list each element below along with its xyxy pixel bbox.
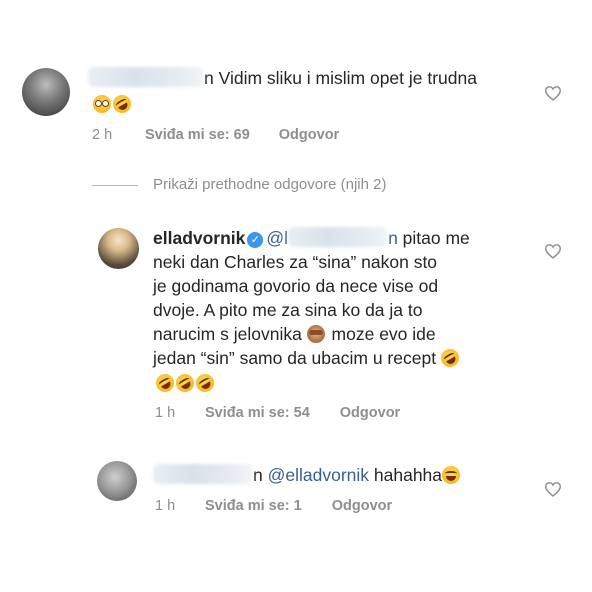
reply-time: 1 h — [155, 405, 176, 421]
face-with-tears-of-joy-emoji — [442, 466, 461, 484]
comment-body: Vidim sliku i mislim opet je trudna — [218, 68, 477, 88]
view-previous-replies-link[interactable]: Prikaži prethodne odgovore (njih 2) — [153, 176, 386, 193]
reply-meta: 1 h Sviđa mi se: 1 Odgovor — [155, 498, 392, 514]
comment-emoji-line — [93, 91, 135, 117]
reply-text: n @elladvornik hahahha — [153, 463, 553, 487]
like-heart-icon[interactable] — [544, 243, 562, 259]
likes-count[interactable]: Sviđa mi se: 1 — [205, 498, 302, 514]
rofl-emoji — [152, 370, 178, 396]
rofl-emoji — [109, 91, 135, 117]
reply-line-4: dvoje. A pito me za sina ko da ja to — [153, 300, 423, 320]
reply-line-6-text: jedan “sin” samo da ubacim u recept — [153, 348, 437, 368]
mention-suffix[interactable]: n — [388, 228, 398, 248]
reply-line-6: jedan “sin” samo da ubacim u recept — [153, 345, 463, 371]
elladvornik-avatar[interactable] — [98, 228, 139, 269]
likes-count[interactable]: Sviđa mi se: 54 — [205, 405, 310, 421]
reply-line-5: narucim s jelovnika moze evo ide — [153, 322, 436, 346]
comment-text: n Vidim sliku i mislim opet je trudna — [88, 66, 528, 90]
mention-prefix[interactable]: @l — [266, 228, 288, 248]
reply-button[interactable]: Odgovor — [340, 405, 400, 421]
reply-line-5-start: narucim s jelovnika — [153, 324, 302, 344]
like-heart-icon[interactable] — [544, 85, 562, 101]
flushed-face-emoji — [93, 95, 111, 113]
blurred-username[interactable] — [153, 464, 253, 484]
reply-line-3: je godinama govorio da nece vise od — [153, 276, 439, 296]
username-elladvornik[interactable]: elladvornik — [153, 228, 245, 248]
see-no-evil-monkey-emoji — [306, 325, 325, 343]
blurred-mention[interactable] — [288, 227, 389, 247]
rofl-emoji — [172, 370, 198, 396]
rofl-emoji — [437, 345, 463, 371]
blurred-username[interactable] — [88, 67, 204, 87]
commenter-avatar[interactable] — [97, 461, 137, 501]
thread-divider-line — [92, 185, 138, 186]
username-fragment[interactable]: n — [253, 465, 263, 485]
reply-line-2: neki dan Charles za “sina” nakon sto — [153, 252, 438, 272]
reply-button[interactable]: Odgovor — [279, 127, 339, 143]
reply-text-line-1: elladvornik ✓ @l n pitao me — [153, 226, 553, 250]
reply-button[interactable]: Odgovor — [332, 498, 392, 514]
comment-meta: 2 h Sviđa mi se: 69 Odgovor — [92, 127, 339, 143]
reply-meta: 1 h Sviđa mi se: 54 Odgovor — [155, 405, 400, 421]
reply-body: hahahha — [369, 465, 443, 485]
commenter-avatar[interactable] — [22, 68, 70, 116]
reply-line-1-tail: pitao me — [397, 228, 470, 248]
verified-badge-icon: ✓ — [247, 232, 264, 248]
reply-emoji-line — [152, 370, 218, 396]
mention-elladvornik[interactable]: @elladvornik — [268, 465, 369, 485]
reply-line-5-end: moze evo ide — [326, 324, 436, 344]
username-fragment[interactable]: n — [204, 68, 214, 88]
reply-time: 1 h — [155, 498, 176, 514]
comment-time: 2 h — [92, 127, 113, 143]
likes-count[interactable]: Sviđa mi se: 69 — [145, 127, 250, 143]
rofl-emoji — [192, 370, 218, 396]
like-heart-icon[interactable] — [544, 481, 562, 497]
